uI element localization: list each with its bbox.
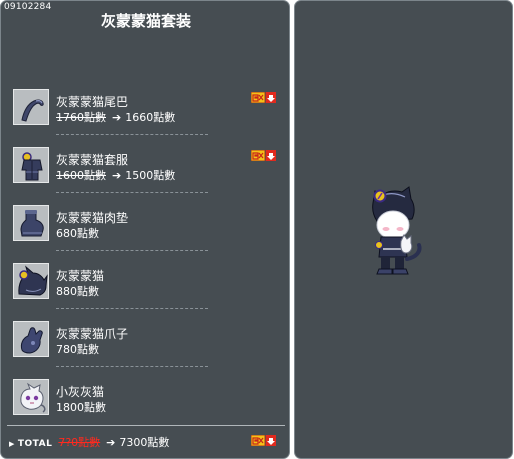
- item-price: 1600點數 ➔ 1500點數: [56, 167, 175, 183]
- row-divider: [56, 250, 208, 251]
- list-item[interactable]: 灰蒙蒙猫 880點數: [13, 263, 289, 313]
- gray-kitten-pet-icon: [13, 379, 49, 415]
- list-item[interactable]: 灰蒙蒙猫尾巴 1760點數 ➔ 1660點數: [13, 89, 289, 139]
- item-sale-price: 1660點數: [125, 111, 176, 124]
- item-sale-price: 680點數: [56, 227, 99, 240]
- character-preview-icon: [372, 186, 422, 275]
- item-name: 小灰灰猫: [56, 385, 105, 399]
- arrow-right-icon: ➔: [112, 111, 122, 124]
- item-sale-price: 780點數: [56, 343, 99, 356]
- item-price: 880點數: [56, 283, 99, 299]
- item-name: 灰蒙蒙猫肉垫: [56, 211, 129, 225]
- item-sale-price: 1500點數: [125, 169, 176, 182]
- item-name: 灰蒙蒙猫尾巴: [56, 95, 129, 109]
- sale-badge-icon: [251, 150, 276, 161]
- item-name: 灰蒙蒙猫套服: [56, 153, 129, 167]
- item-name: 灰蒙蒙猫爪子: [56, 327, 129, 341]
- cat-paw-shoes-icon: [13, 205, 49, 241]
- cat-tail-icon: [13, 89, 49, 125]
- total-original-price: 7?0點數: [58, 436, 101, 449]
- arrow-right-icon: ➔: [112, 169, 122, 182]
- cat-glove-icon: [13, 321, 49, 357]
- item-name: 灰蒙蒙猫: [56, 269, 105, 283]
- item-sale-price: 1800點數: [56, 401, 106, 414]
- item-original-price: 1760點數: [56, 111, 106, 124]
- total-row: ▶ TOTAL 7?0點數 ➔ 7300點數: [9, 434, 285, 449]
- total-price: 7300點數: [119, 436, 170, 449]
- item-price: 1760點數 ➔ 1660點數: [56, 109, 175, 125]
- item-original-price: 1600點數: [56, 169, 106, 182]
- list-item[interactable]: 灰蒙蒙猫肉垫 680點數: [13, 205, 289, 255]
- row-divider: [56, 308, 208, 309]
- package-contents-panel: 09102284 灰蒙蒙猫套装 灰蒙蒙猫尾巴 1760點數 ➔ 1660點數 灰…: [0, 0, 290, 459]
- total-label: TOTAL: [17, 439, 53, 449]
- sale-badge-icon: [251, 435, 276, 446]
- item-sale-price: 880點數: [56, 285, 99, 298]
- total-bullet-icon: ▶: [9, 440, 15, 448]
- character-preview-panel: [294, 0, 513, 459]
- row-divider: [56, 134, 208, 135]
- row-divider: [56, 192, 208, 193]
- item-price: 780點數: [56, 341, 99, 357]
- cat-hat-icon: [13, 263, 49, 299]
- arrow-right-icon: ➔: [106, 436, 116, 449]
- list-item[interactable]: 灰蒙蒙猫爪子 780點數: [13, 321, 289, 371]
- total-divider: [7, 425, 285, 426]
- item-price: 1800點數: [56, 399, 106, 415]
- cat-suit-icon: [13, 147, 49, 183]
- item-price: 680點數: [56, 225, 99, 241]
- sale-badge-icon: [251, 92, 276, 103]
- package-title: 灰蒙蒙猫套装: [100, 12, 191, 30]
- row-divider: [56, 366, 208, 367]
- list-item[interactable]: 灰蒙蒙猫套服 1600點數 ➔ 1500點數: [13, 147, 289, 197]
- list-item[interactable]: 小灰灰猫 1800點數: [13, 379, 289, 429]
